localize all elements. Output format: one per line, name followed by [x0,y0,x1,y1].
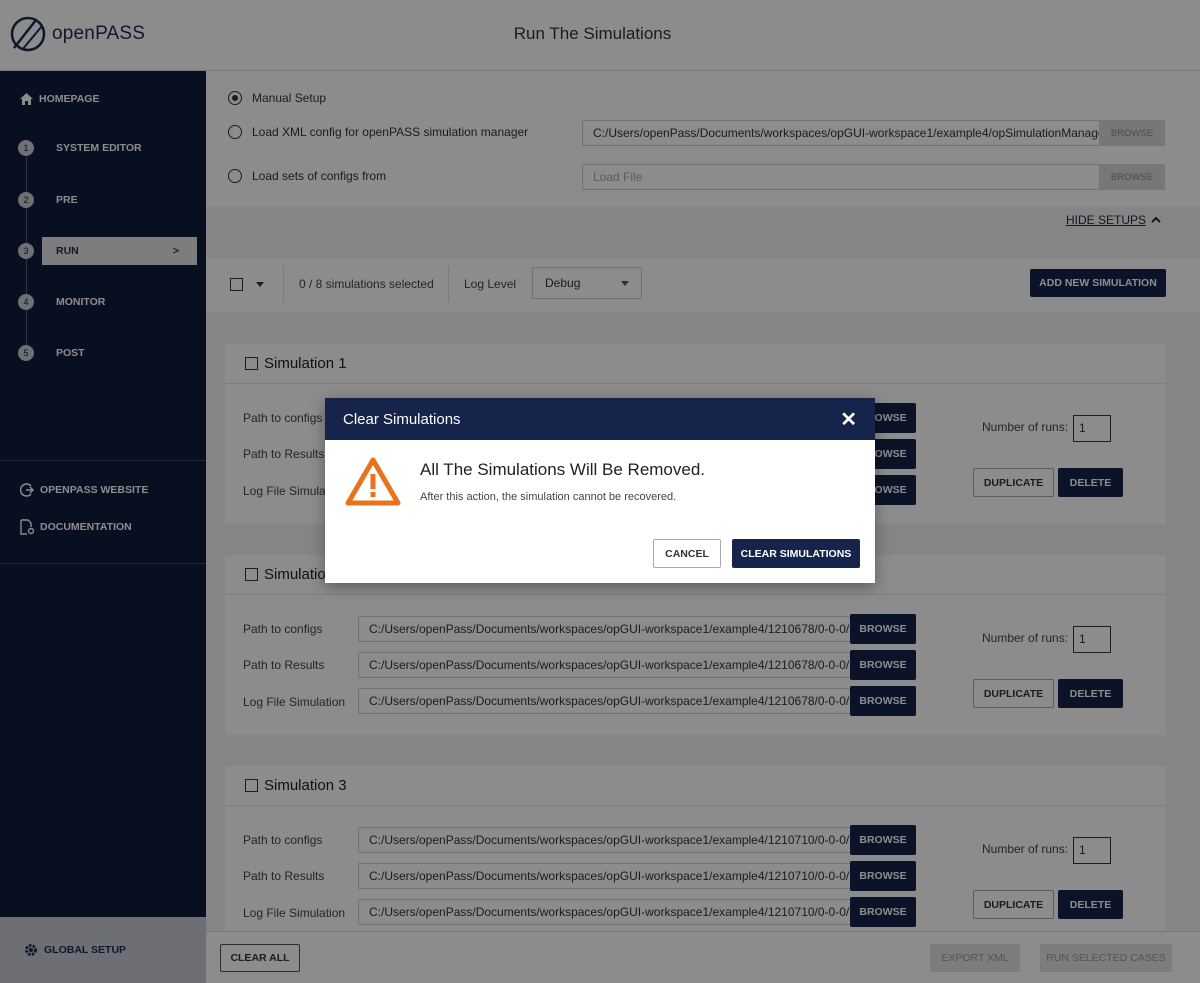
dialog-message: After this action, the simulation cannot… [420,491,677,503]
dialog-title: All The Simulations Will Be Removed. [420,460,706,479]
dialog-header-title: Clear Simulations [343,410,461,428]
warning-icon [345,457,401,506]
clear-simulations-button[interactable]: CLEAR SIMULATIONS [732,539,860,568]
close-icon[interactable]: ✕ [840,407,857,432]
clear-simulations-dialog: Clear Simulations ✕ All The Simulations … [325,398,875,583]
cancel-button[interactable]: CANCEL [653,539,721,568]
dialog-header: Clear Simulations ✕ [325,398,875,440]
